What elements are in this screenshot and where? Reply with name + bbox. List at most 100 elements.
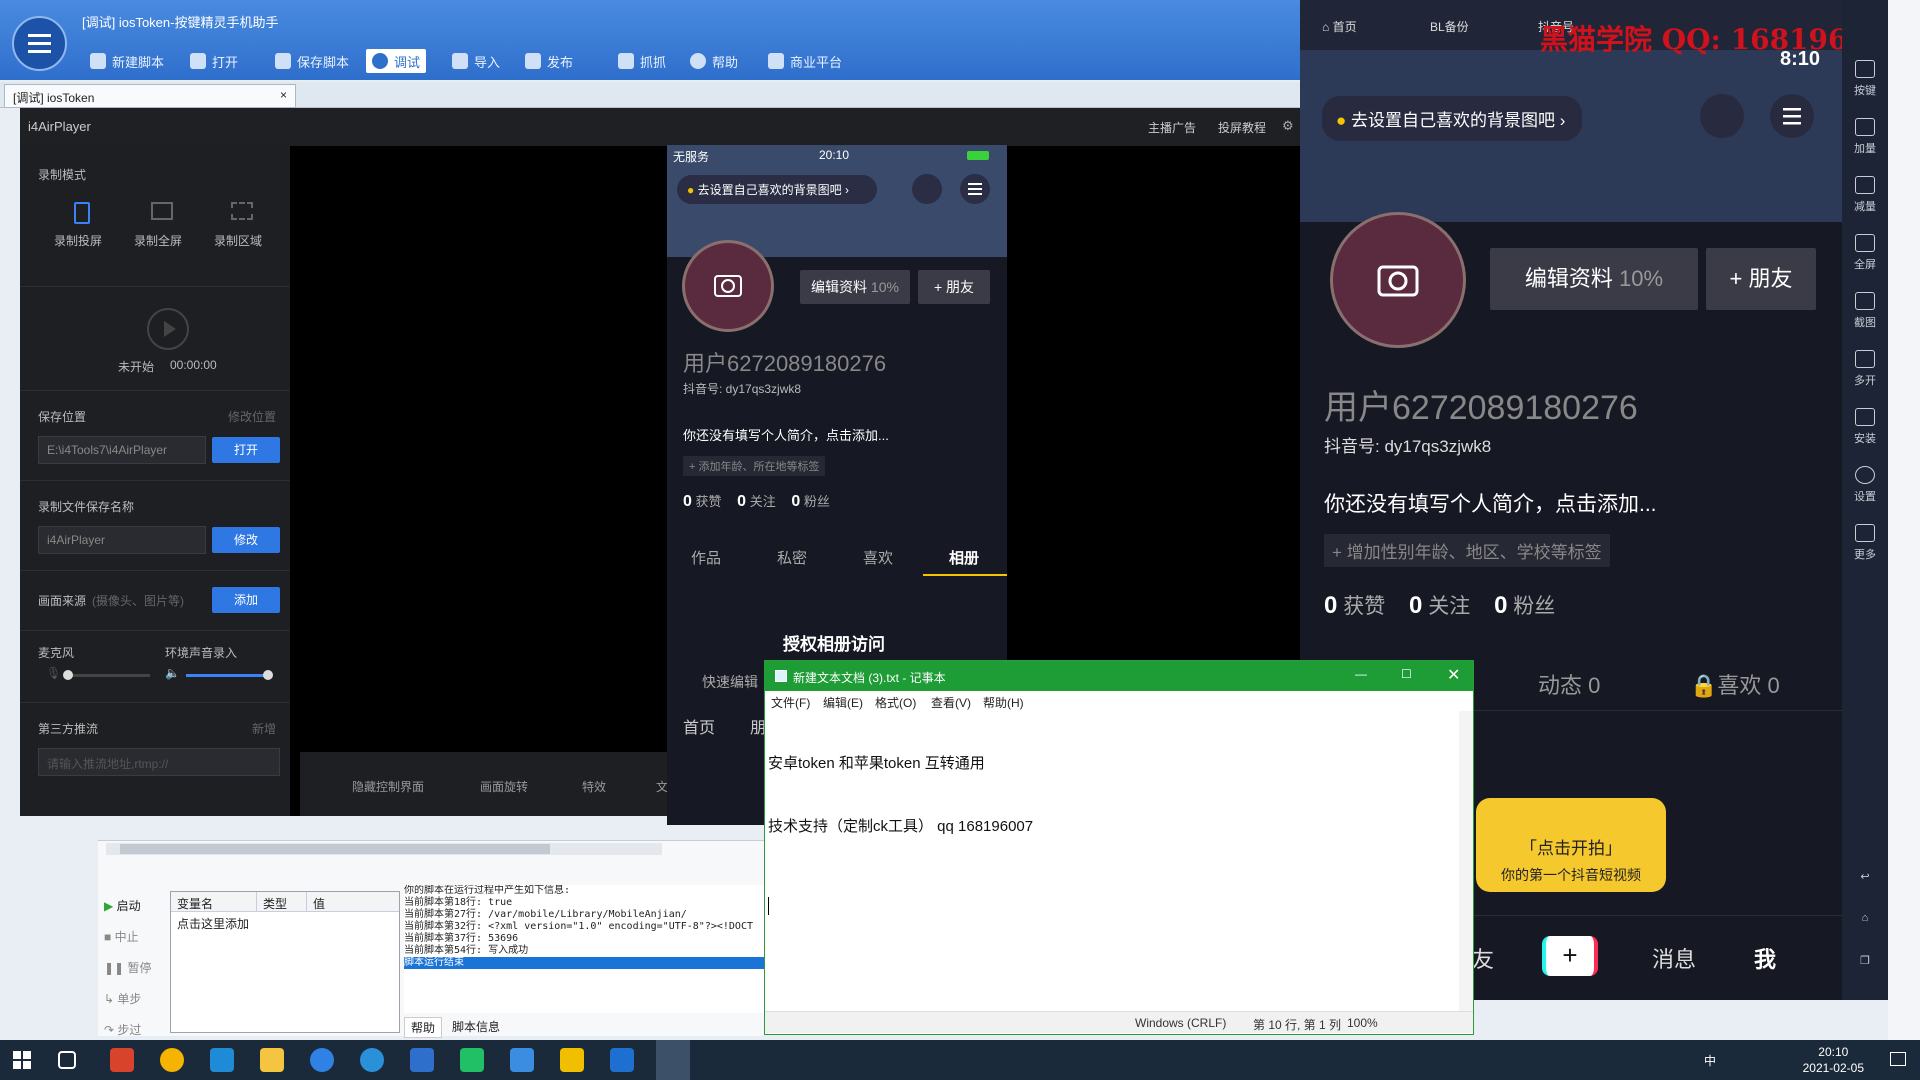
folder-icon[interactable] [260, 1048, 284, 1072]
effects-button[interactable]: 特效 [582, 778, 606, 795]
scroll-thumb[interactable] [120, 844, 550, 854]
tab-private[interactable]: 私密 [777, 547, 807, 568]
app-icon-7[interactable] [610, 1048, 634, 1072]
home-button[interactable]: ⌂ [1842, 912, 1888, 924]
business-platform-button[interactable]: 商业平台 [768, 50, 842, 72]
tab-works[interactable]: 作品 [691, 547, 721, 568]
dy-edit-profile-button[interactable]: 编辑资料 10% [1490, 248, 1698, 310]
nav-home[interactable]: 首页 [683, 714, 715, 738]
record-region-option[interactable]: 录制区域 [214, 202, 262, 249]
dy-hand-icon[interactable] [1700, 94, 1744, 138]
help-button[interactable]: 帮助 [690, 50, 738, 72]
close-icon[interactable]: × [280, 88, 287, 102]
main-menu-button[interactable] [12, 16, 67, 71]
recents-button[interactable]: ❐ [1842, 954, 1888, 967]
windows-start-icon[interactable] [10, 1048, 34, 1072]
key-map-button[interactable]: 按键 [1842, 60, 1888, 98]
rotate-screen-button[interactable]: 画面旋转 [480, 778, 528, 795]
tab-home[interactable]: ⌂ 首页 [1322, 18, 1357, 35]
import-button[interactable]: 导入 [452, 50, 500, 72]
save-script-button[interactable]: 保存脚本 [275, 50, 349, 72]
tab-album[interactable]: 相册 [949, 547, 979, 568]
anchor-ad-link[interactable]: 主播广告 [1148, 119, 1196, 136]
record-mirror-option[interactable]: 录制投屏 [54, 202, 102, 249]
tutorial-link[interactable]: 投屏教程 [1218, 119, 1266, 136]
dy-avatar[interactable] [1330, 212, 1466, 348]
v-scrollbar[interactable] [1888, 0, 1920, 1080]
notification-icon[interactable] [1890, 1052, 1906, 1066]
clock[interactable]: 20:10 2021-02-05 [1803, 1044, 1864, 1076]
nav-me[interactable]: 我 [1754, 942, 1776, 974]
speaker-icon[interactable]: 🔈 [165, 666, 180, 680]
multi-open-button[interactable]: 多开 [1842, 350, 1888, 388]
notepad-task-icon[interactable] [656, 1040, 690, 1080]
pause-button[interactable]: ❚❚ 暂停 [104, 953, 151, 984]
more-button[interactable]: 更多 [1842, 524, 1888, 562]
modify-name-button[interactable]: 修改 [212, 527, 280, 553]
nav-messages[interactable]: 消息 [1652, 942, 1696, 974]
close-icon[interactable]: ✕ [1447, 665, 1460, 685]
maximize-icon[interactable]: ☐ [1401, 667, 1412, 681]
start-button[interactable]: ▶ 启动 [104, 891, 151, 922]
vscode-icon[interactable] [210, 1048, 234, 1072]
menu-edit[interactable]: 编辑(E) [823, 694, 863, 711]
menu-file[interactable]: 文件(F) [771, 694, 810, 711]
app-icon-3[interactable] [360, 1048, 384, 1072]
promo-card[interactable]: 「点击开拍」 你的第一个抖音短视频 [1476, 798, 1666, 892]
save-path-field[interactable]: E:\i4Tools7\i4AirPlayer [38, 436, 206, 464]
install-apk-button[interactable]: 安装 [1842, 408, 1888, 446]
create-button[interactable]: + [1542, 936, 1598, 976]
stream-url-input[interactable]: 请输入推流地址,rtmp:// [38, 748, 280, 776]
ime-indicator[interactable]: 中 [1704, 1052, 1716, 1069]
menu-icon[interactable] [960, 174, 990, 204]
dy-menu-icon[interactable] [1770, 94, 1814, 138]
volume-down-button[interactable]: 减量 [1842, 176, 1888, 214]
settings-button[interactable]: 设置 [1842, 466, 1888, 504]
mic-slider-knob[interactable] [63, 670, 73, 680]
pycharm-icon[interactable] [460, 1048, 484, 1072]
env-slider-knob[interactable] [263, 670, 273, 680]
dy-background-prompt[interactable]: ● 去设置自己喜欢的背景图吧 › [1322, 96, 1582, 141]
settings-icon[interactable]: ⚙ [1282, 118, 1294, 134]
add-friend-button[interactable]: + 朋友 [918, 270, 990, 304]
background-prompt[interactable]: ● 去设置自己喜欢的背景图吧 › [677, 175, 877, 204]
volume-up-button[interactable]: 加量 [1842, 118, 1888, 156]
menu-help[interactable]: 帮助(H) [983, 694, 1024, 711]
open-folder-button[interactable]: 打开 [212, 437, 280, 463]
file-name-field[interactable]: i4AirPlayer [38, 526, 206, 554]
edit-profile-button[interactable]: 编辑资料 10% [800, 270, 910, 304]
tab-likes[interactable]: 🔒喜欢 0 [1690, 668, 1780, 700]
record-play-button[interactable] [147, 308, 189, 350]
mic-muted-icon[interactable]: 🎙 [46, 666, 61, 680]
dy-bio[interactable]: 你还没有填写个人简介，点击添加... [1324, 488, 1657, 518]
tag-hint[interactable]: + 添加年龄、所在地等标签 [683, 456, 826, 476]
debug-button[interactable]: 调试 [366, 49, 427, 73]
fullscreen-button[interactable]: 全屏 [1842, 234, 1888, 272]
capture-button[interactable]: 抓抓 [618, 50, 666, 72]
app-icon-5[interactable] [510, 1048, 534, 1072]
back-button[interactable]: ↩ [1842, 870, 1888, 883]
screenshot-button[interactable]: 截图 [1842, 292, 1888, 330]
tab-likes[interactable]: 喜欢 [863, 547, 893, 568]
avatar[interactable] [682, 240, 774, 332]
hide-controls-button[interactable]: 隐藏控制界面 [352, 778, 424, 795]
bio[interactable]: 你还没有填写个人简介，点击添加... [683, 425, 889, 444]
hand-icon[interactable] [912, 174, 942, 204]
mic-slider[interactable] [63, 670, 150, 680]
app-icon-2[interactable] [310, 1048, 334, 1072]
menu-view[interactable]: 查看(V) [931, 694, 971, 711]
app-icon-6[interactable] [560, 1048, 584, 1072]
chrome-icon[interactable] [160, 1048, 184, 1072]
stop-button[interactable]: ■ 中止 [104, 922, 151, 953]
env-slider[interactable] [186, 670, 273, 680]
tab-help[interactable]: 帮助 [404, 1017, 443, 1038]
dy-add-friend-button[interactable]: + 朋友 [1706, 248, 1816, 310]
open-button[interactable]: 打开 [190, 50, 238, 72]
step-button[interactable]: ↳ 单步 [104, 984, 151, 1015]
menu-format[interactable]: 格式(O) [875, 694, 916, 711]
publish-button[interactable]: 发布 [525, 50, 573, 72]
tab-debug-iostoken[interactable]: [调试] iosToken × [4, 84, 296, 108]
new-script-button[interactable]: 新建脚本 [90, 50, 164, 72]
tab-dynamics[interactable]: 动态 0 [1538, 668, 1600, 700]
dy-tag-hint[interactable]: + 增加性别年龄、地区、学校等标签 [1324, 534, 1610, 567]
